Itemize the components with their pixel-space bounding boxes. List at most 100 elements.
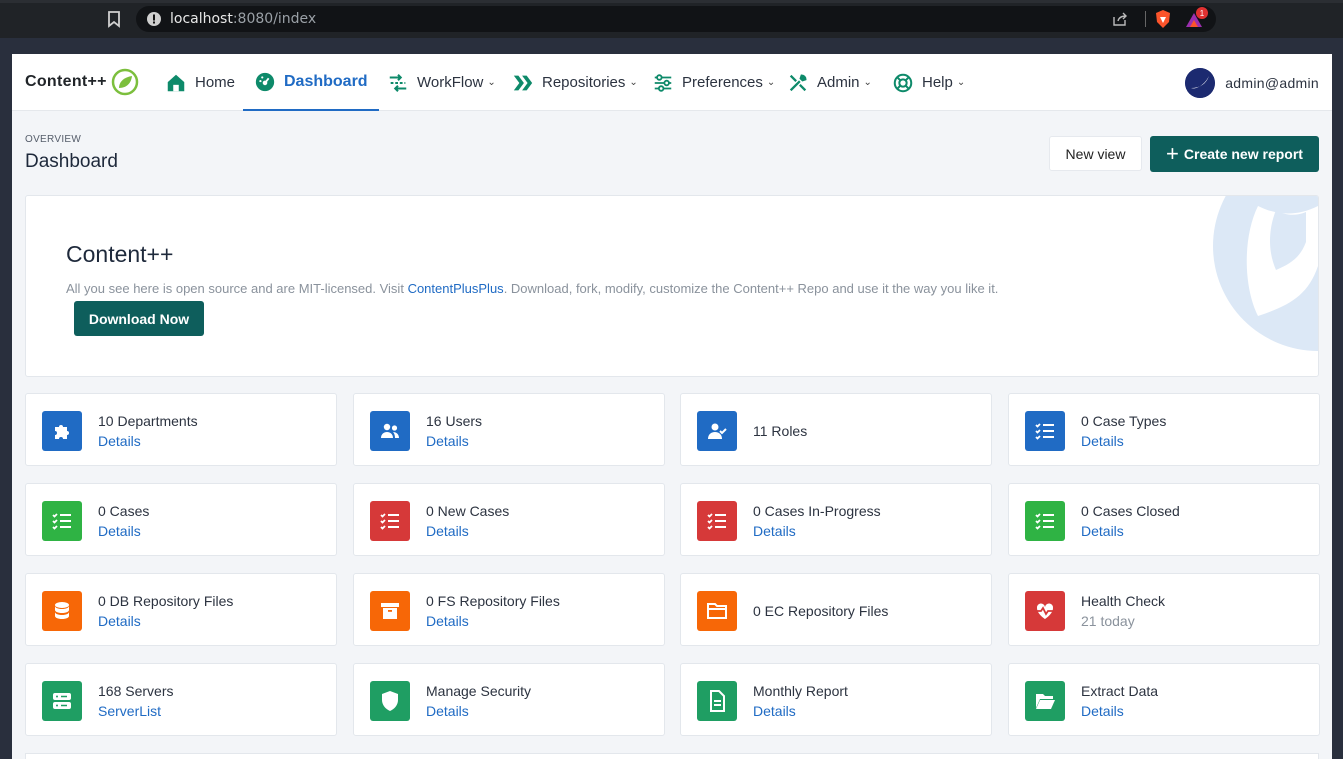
next-section: [25, 753, 1319, 759]
stat-card-title: Health Check: [1081, 593, 1166, 609]
stat-card-title: 0 Cases Closed: [1081, 503, 1180, 519]
info-icon[interactable]: [146, 11, 162, 27]
stat-card-title: 0 Cases In-Progress: [753, 503, 881, 519]
stat-card-title: 0 EC Repository Files: [753, 603, 889, 619]
tab-strip: [0, 0, 1343, 3]
chevron-down-icon: ⌄: [487, 77, 496, 88]
leaf-logo-icon: [111, 68, 139, 96]
stat-card-details-link[interactable]: Details: [426, 433, 469, 449]
chevron-down-icon: ⌄: [629, 77, 638, 88]
stat-card-details-link[interactable]: ServerList: [98, 703, 161, 719]
home-icon: [167, 74, 185, 91]
list-check-icon: [1025, 411, 1065, 451]
stat-card-health-check: Health Check 21 today: [1008, 573, 1320, 646]
browser-toolbar: localhost:8080/index 1: [0, 0, 1343, 38]
create-report-label: Create new report: [1183, 146, 1303, 162]
puzzle-icon: [42, 411, 82, 451]
user-check-icon: [697, 411, 737, 451]
nav-help-label: Help: [922, 74, 953, 91]
stat-card-title: 168 Servers: [98, 683, 174, 699]
welcome-card: Content++ All you see here is open sourc…: [25, 195, 1319, 377]
nav-admin[interactable]: Admin ⌄: [787, 54, 872, 111]
plus-icon: +: [1166, 141, 1179, 166]
stat-card-0-ec-repository-files: 0 EC Repository Files: [680, 573, 992, 646]
stat-card-title: 10 Departments: [98, 413, 198, 429]
stat-card-details-link[interactable]: Details: [98, 433, 141, 449]
notification-badge: 1: [1196, 7, 1208, 19]
report-icon: [697, 681, 737, 721]
welcome-title: Content++: [66, 241, 174, 267]
shield-icon: [370, 681, 410, 721]
stat-card-details-link[interactable]: Details: [426, 523, 469, 539]
preferences-icon: [654, 73, 672, 92]
archive-icon: [370, 591, 410, 631]
nav-admin-label: Admin: [817, 74, 860, 91]
contentplusplus-link[interactable]: ContentPlusPlus: [408, 281, 504, 296]
decorative-illustration: [1213, 196, 1318, 351]
stat-card-title: 11 Roles: [753, 423, 808, 439]
stat-card-title: 0 Case Types: [1081, 413, 1167, 429]
user-name: admin@admin: [1225, 75, 1319, 91]
share-icon[interactable]: [1112, 11, 1128, 27]
brand[interactable]: Content++: [25, 68, 139, 96]
stat-card-0-new-cases: 0 New Cases Details: [353, 483, 665, 556]
top-navbar: Content++ Home Dashboard WorkFlow ⌄ Repos…: [12, 54, 1332, 111]
nav-repositories[interactable]: Repositories ⌄: [512, 54, 638, 111]
nav-dashboard-label: Dashboard: [284, 72, 368, 90]
download-now-button[interactable]: Download Now: [74, 301, 204, 336]
stat-card-details-link[interactable]: Details: [1081, 523, 1124, 539]
nav-home-label: Home: [195, 74, 236, 91]
database-icon: [42, 591, 82, 631]
user-menu[interactable]: admin@admin: [1185, 68, 1319, 98]
brand-name: Content++: [25, 73, 107, 90]
stat-card-details-link[interactable]: Details: [753, 703, 796, 719]
stat-card-0-cases: 0 Cases Details: [25, 483, 337, 556]
stat-card-16-users: 16 Users Details: [353, 393, 665, 466]
stat-card-title: 16 Users: [426, 413, 483, 429]
create-report-button[interactable]: + Create new report: [1150, 136, 1319, 172]
stat-card-details-link[interactable]: Details: [426, 613, 469, 629]
chevron-down-icon: ⌄: [766, 77, 776, 88]
avatar: [1185, 68, 1216, 98]
new-view-button[interactable]: New view: [1049, 136, 1142, 171]
stat-card-subtext: 21 today: [1081, 613, 1135, 629]
url-text: localhost:8080/index: [170, 11, 317, 27]
stat-card-details-link[interactable]: Details: [98, 523, 141, 539]
brave-rewards-icon[interactable]: 1: [1184, 7, 1208, 29]
repositories-icon: [513, 75, 533, 90]
stat-card-title: Monthly Report: [753, 683, 848, 699]
stat-card-0-case-types: 0 Case Types Details: [1008, 393, 1320, 466]
stat-card-details-link[interactable]: Details: [1081, 703, 1124, 719]
dashboard-icon: [255, 72, 275, 91]
stat-card-0-cases-in-progress: 0 Cases In-Progress Details: [680, 483, 992, 556]
stat-card-0-cases-closed: 0 Cases Closed Details: [1008, 483, 1320, 556]
stat-card-0-db-repository-files: 0 DB Repository Files Details: [25, 573, 337, 646]
stat-card-details-link[interactable]: Details: [1081, 433, 1124, 449]
stat-card-details-link[interactable]: Details: [426, 703, 469, 719]
stat-card-title: 0 FS Repository Files: [426, 593, 560, 609]
bookmark-icon[interactable]: [106, 10, 122, 28]
address-bar[interactable]: localhost:8080/index 1: [136, 6, 1216, 32]
chevron-down-icon: ⌄: [863, 77, 872, 88]
stat-card-title: 0 New Cases: [426, 503, 510, 519]
nav-preferences[interactable]: Preferences ⌄: [652, 54, 775, 111]
stat-card-title: 0 Cases: [98, 503, 150, 519]
brave-shield-icon[interactable]: [1154, 9, 1172, 29]
list-check-icon: [370, 501, 410, 541]
stat-card-details-link[interactable]: Details: [753, 523, 796, 539]
stat-card-10-departments: 10 Departments Details: [25, 393, 337, 466]
stat-card-details-link[interactable]: Details: [98, 613, 141, 629]
nav-dashboard[interactable]: Dashboard: [243, 54, 379, 111]
stat-card-extract-data: Extract Data Details: [1008, 663, 1320, 736]
folder-icon: [697, 591, 737, 631]
stat-card-title: Manage Security: [426, 683, 532, 699]
admin-icon: [789, 74, 807, 91]
stat-card-manage-security: Manage Security Details: [353, 663, 665, 736]
nav-home[interactable]: Home: [165, 54, 235, 111]
list-check-icon: [697, 501, 737, 541]
nav-help[interactable]: Help ⌄: [892, 54, 965, 111]
page-pretitle: Overview: [25, 134, 82, 145]
server-icon: [42, 681, 82, 721]
nav-workflow[interactable]: WorkFlow ⌄: [387, 54, 496, 111]
stat-card-title: Extract Data: [1081, 683, 1159, 699]
